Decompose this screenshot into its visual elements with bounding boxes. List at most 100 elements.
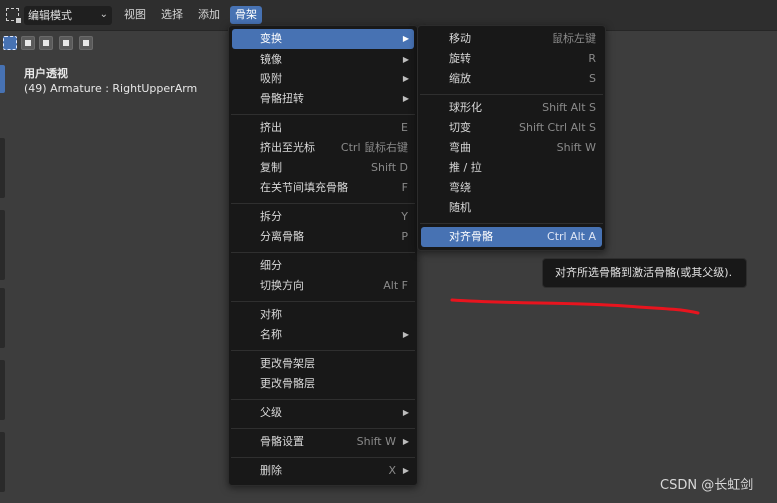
armature-menu-item[interactable]: 骨骼扭转 ▶ (232, 89, 414, 109)
tool-annotate-group[interactable] (0, 210, 5, 280)
select-extend-icon[interactable] (21, 36, 35, 50)
armature-menu-item[interactable]: 在关节间填充骨骼 F (232, 178, 414, 198)
submenu-arrow-icon: ▶ (402, 94, 409, 103)
menu-item-label: 移动 (449, 32, 471, 45)
tool-extrude-group[interactable] (0, 288, 5, 348)
menu-item-label: 在关节间填充骨骼 (260, 181, 348, 194)
menu-item-shortcut: F (401, 181, 408, 194)
armature-menu-item[interactable]: 名称 ▶ (232, 325, 414, 345)
armature-menu-item[interactable]: 父级 ▶ (232, 403, 414, 423)
submenu-arrow-icon: ▶ (402, 34, 409, 43)
armature-menu-item[interactable]: 挤出 E (232, 118, 414, 138)
transform-submenu-item[interactable]: 弯曲 Shift W (421, 138, 602, 158)
menu-separator (231, 252, 415, 253)
left-toolbar (0, 60, 5, 500)
armature-menu-item[interactable]: 复制 Shift D (232, 158, 414, 178)
transform-submenu-item[interactable]: 对齐骨骼 Ctrl Alt A (421, 227, 602, 247)
menu-item-label: 父级 (260, 406, 282, 419)
menu-separator (231, 350, 415, 351)
menu-item-shortcut: Y (401, 210, 408, 223)
menu-item-label: 更改骨骼层 (260, 377, 315, 390)
menu-item-label: 弯绕 (449, 181, 471, 194)
menu-item-shortcut: E (401, 121, 408, 134)
menu-item-label: 更改骨架层 (260, 357, 315, 370)
armature-menu-item[interactable]: 吸附 ▶ (232, 69, 414, 89)
armature-menu-item[interactable]: 切换方向 Alt F (232, 276, 414, 296)
menu-add[interactable]: 添加 (198, 7, 220, 23)
menu-item-label: 旋转 (449, 52, 471, 65)
menu-armature[interactable]: 骨架 (230, 6, 262, 24)
menu-item-label: 推 / 拉 (449, 161, 482, 174)
menu-item-label: 骨骼设置 (260, 435, 304, 448)
armature-menu-item[interactable]: 拆分 Y (232, 207, 414, 227)
tool-select-box[interactable] (0, 65, 5, 93)
menu-separator (231, 203, 415, 204)
menu-item-label: 删除 (260, 464, 282, 477)
menu-item-shortcut: Shift Ctrl Alt S (519, 121, 596, 134)
menu-item-shortcut: Shift Alt S (542, 101, 596, 114)
transform-submenu-item[interactable]: 缩放 S (421, 69, 602, 89)
transform-submenu: 移动 鼠标左键 旋转 R 缩放 S 球形化 Shift Alt S 切变 Shift Ctrl A… (417, 25, 606, 251)
menu-separator (231, 114, 415, 115)
menu-select[interactable]: 选择 (161, 7, 183, 23)
armature-menu-item[interactable]: 骨骼设置 Shift W ▶ (232, 432, 414, 452)
select-intersect-icon[interactable] (79, 36, 93, 50)
tooltip: 对齐所选骨骼到激活骨骼(或其父级). (542, 258, 747, 288)
menu-item-label: 缩放 (449, 72, 471, 85)
armature-menu-item[interactable]: 分离骨骼 P (232, 227, 414, 247)
menu-item-label: 分离骨骼 (260, 230, 304, 243)
select-subtract-icon[interactable] (39, 36, 53, 50)
select-invert-icon[interactable] (59, 36, 73, 50)
menu-item-label: 名称 (260, 328, 282, 341)
menu-separator (231, 428, 415, 429)
menu-item-shortcut: Shift D (371, 161, 408, 174)
menu-item-label: 切变 (449, 121, 471, 134)
armature-menu-item[interactable]: 更改骨架层 (232, 354, 414, 374)
menu-item-label: 弯曲 (449, 141, 471, 154)
tool-transform-group[interactable] (0, 138, 5, 198)
transform-submenu-item[interactable]: 推 / 拉 (421, 158, 602, 178)
menu-item-label: 切换方向 (260, 279, 304, 292)
menu-item-label: 对称 (260, 308, 282, 321)
transform-submenu-item[interactable]: 弯绕 (421, 178, 602, 198)
edit-mode-icon[interactable] (6, 8, 21, 23)
menu-item-shortcut: Shift W (556, 141, 596, 154)
mode-dropdown[interactable]: 编辑模式 ⌄ (24, 6, 112, 25)
submenu-arrow-icon: ▶ (402, 466, 409, 475)
transform-submenu-item[interactable]: 切变 Shift Ctrl Alt S (421, 118, 602, 138)
menu-item-label: 复制 (260, 161, 282, 174)
transform-submenu-item[interactable]: 球形化 Shift Alt S (421, 98, 602, 118)
submenu-arrow-icon: ▶ (402, 74, 409, 83)
armature-menu-item[interactable]: 镜像 ▶ (232, 50, 414, 70)
armature-menu-item[interactable]: 对称 (232, 305, 414, 325)
menu-item-label: 对齐骨骼 (449, 230, 493, 243)
armature-menu-item[interactable]: 删除 X ▶ (232, 461, 414, 481)
armature-menu-item[interactable]: 变换 ▶ (232, 29, 414, 49)
submenu-arrow-icon: ▶ (402, 55, 409, 64)
red-annotation-line (450, 298, 700, 315)
select-new-icon[interactable] (3, 36, 17, 50)
menu-view[interactable]: 视图 (124, 7, 146, 23)
menu-item-shortcut: Ctrl Alt A (547, 230, 596, 243)
transform-submenu-item[interactable]: 旋转 R (421, 49, 602, 69)
menu-item-label: 挤出至光标 (260, 141, 315, 154)
menu-item-shortcut: P (401, 230, 408, 243)
transform-submenu-item[interactable]: 移动 鼠标左键 (421, 29, 602, 49)
menu-separator (231, 399, 415, 400)
armature-menu-item[interactable]: 更改骨骼层 (232, 374, 414, 394)
menu-item-shortcut: Shift W (356, 435, 396, 448)
selection-mode-toolbar (0, 34, 100, 52)
menu-item-label: 骨骼扭转 (260, 92, 304, 105)
tool-roll-group[interactable] (0, 360, 5, 420)
mode-dropdown-label: 编辑模式 (28, 9, 72, 22)
tool-bend-group[interactable] (0, 432, 5, 492)
menu-item-label: 变换 (260, 32, 282, 45)
chevron-down-icon: ⌄ (99, 9, 108, 20)
armature-menu-item[interactable]: 挤出至光标 Ctrl 鼠标右键 (232, 138, 414, 158)
transform-submenu-item[interactable]: 随机 (421, 198, 602, 218)
menu-separator (420, 94, 603, 95)
submenu-arrow-icon: ▶ (402, 330, 409, 339)
menu-separator (231, 301, 415, 302)
menu-item-shortcut: X (388, 464, 396, 477)
armature-menu-item[interactable]: 细分 (232, 256, 414, 276)
